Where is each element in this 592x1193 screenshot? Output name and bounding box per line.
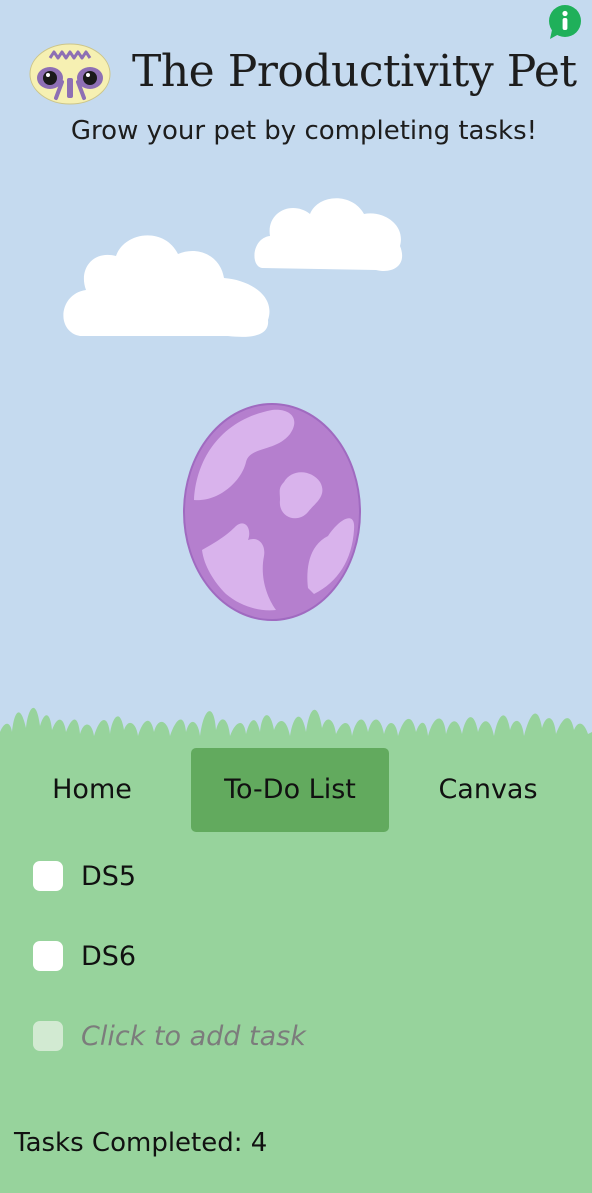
task-checkbox[interactable]	[33, 941, 63, 971]
app-subtitle: Grow your pet by completing tasks!	[70, 116, 538, 146]
app-title: The Productivity Pet	[132, 46, 577, 97]
add-task-input[interactable]	[81, 1020, 411, 1052]
tasks-completed-counter: Tasks Completed: 4	[14, 1128, 268, 1158]
info-button[interactable]	[546, 4, 582, 42]
tab-todo-list[interactable]: To-Do List	[191, 748, 389, 832]
nav-bar: Home To-Do List Canvas	[0, 748, 592, 832]
pet-egg[interactable]	[180, 400, 364, 622]
add-task-checkbox	[33, 1021, 63, 1051]
task-item: DS5	[33, 859, 136, 893]
add-task-row	[33, 1019, 411, 1053]
tab-canvas[interactable]: Canvas	[396, 748, 580, 832]
task-label[interactable]: DS6	[81, 941, 136, 972]
task-label[interactable]: DS5	[81, 861, 136, 892]
cloud-right	[254, 198, 403, 271]
task-item: DS6	[33, 939, 136, 973]
cloud-left	[63, 235, 270, 337]
tab-home[interactable]: Home	[0, 748, 184, 832]
task-checkbox[interactable]	[33, 861, 63, 891]
info-icon	[549, 5, 581, 39]
